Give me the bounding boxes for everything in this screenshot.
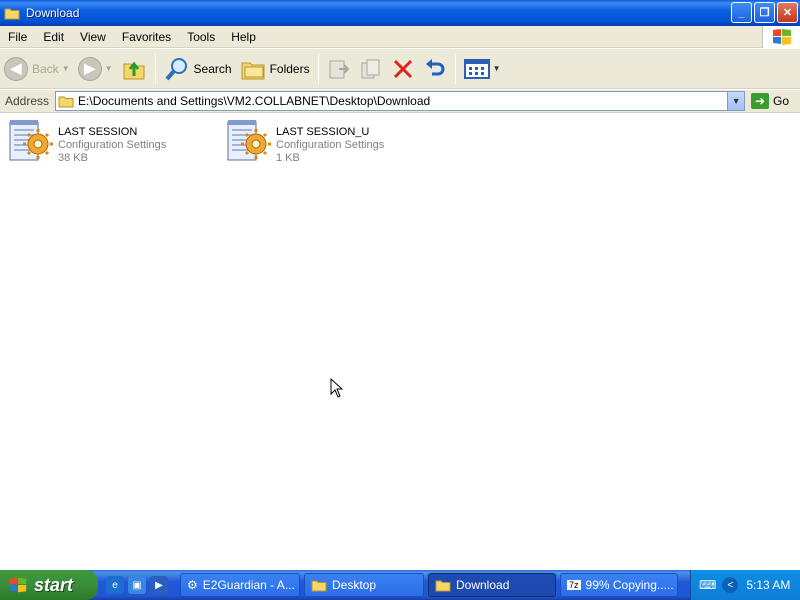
go-arrow-icon: ➜ xyxy=(751,93,770,109)
toolbar-separator xyxy=(454,53,456,84)
internet-explorer-icon[interactable]: e xyxy=(106,576,124,594)
file-size: 38 KB xyxy=(58,152,88,164)
folder-icon xyxy=(435,580,451,592)
file-item[interactable]: LAST SESSION_U Configuration Settings 1 … xyxy=(224,118,384,166)
search-label: Search xyxy=(193,61,232,76)
taskbar: start e ▣ ▶ ⚙ E2Guardian - A... Desktop … xyxy=(0,570,800,600)
undo-button[interactable] xyxy=(419,52,451,86)
toolbar-separator xyxy=(154,53,156,84)
folders-button[interactable]: Folders xyxy=(236,52,314,86)
file-view[interactable]: LAST SESSION Configuration Settings 38 K… xyxy=(0,114,800,570)
copy-to-icon xyxy=(361,59,380,78)
address-dropdown-icon[interactable]: ▼ xyxy=(727,92,745,110)
address-bar: Address E:\Documents and Settings\VM2.CO… xyxy=(0,90,800,113)
menu-file[interactable]: File xyxy=(0,30,35,44)
up-folder-icon xyxy=(123,61,145,79)
task-label: 99% Copying..... xyxy=(585,578,674,592)
keyboard-icon[interactable]: ⌨ xyxy=(699,578,716,592)
search-icon xyxy=(165,57,187,80)
file-type: Configuration Settings xyxy=(58,139,167,151)
file-size: 1 KB xyxy=(276,152,300,164)
task-label: E2Guardian - A... xyxy=(202,578,295,592)
dropdown-arrow-icon[interactable]: ▼ xyxy=(105,64,113,73)
close-button[interactable]: ✕ xyxy=(777,2,798,23)
forward-button[interactable]: ▶ ▼ xyxy=(74,52,117,86)
dropdown-arrow-icon[interactable]: ▼ xyxy=(62,64,70,73)
views-button[interactable]: ▼ xyxy=(460,52,505,86)
config-settings-icon xyxy=(6,118,54,166)
menu-help[interactable]: Help xyxy=(223,30,264,44)
up-folder-button[interactable] xyxy=(117,52,151,86)
back-label: Back xyxy=(32,61,59,76)
folders-label: Folders xyxy=(269,61,310,76)
folder-icon xyxy=(311,580,327,592)
mouse-cursor-icon xyxy=(330,378,344,398)
views-icon xyxy=(463,58,490,79)
e2guardian-icon: ⚙ xyxy=(187,578,198,592)
file-name: LAST SESSION_U xyxy=(276,126,370,138)
window-title: Download xyxy=(26,6,80,20)
move-to-icon xyxy=(329,60,349,78)
start-button[interactable]: start xyxy=(0,570,98,600)
address-label: Address xyxy=(5,94,50,108)
minimize-button[interactable]: _ xyxy=(731,2,752,23)
menu-edit[interactable]: Edit xyxy=(35,30,72,44)
windows-logo-icon xyxy=(762,26,800,48)
clock[interactable]: 5:13 AM xyxy=(746,578,790,592)
go-label: Go xyxy=(773,94,790,108)
go-button[interactable]: ➜ Go xyxy=(751,93,789,109)
menu-tools[interactable]: Tools xyxy=(179,30,223,44)
maximize-button[interactable]: ❐ xyxy=(754,2,775,23)
show-desktop-icon[interactable]: ▣ xyxy=(128,576,146,594)
toolbar-separator xyxy=(317,53,319,84)
config-settings-icon xyxy=(224,118,272,166)
search-button[interactable]: Search xyxy=(160,52,236,86)
windows-flag-icon xyxy=(9,577,27,593)
menu-bar: File Edit View Favorites Tools Help xyxy=(0,26,800,48)
task-label: Desktop xyxy=(332,578,377,592)
tray-expand-icon[interactable]: < xyxy=(722,577,739,593)
delete-button[interactable] xyxy=(387,52,419,86)
media-player-icon[interactable]: ▶ xyxy=(150,576,168,594)
address-path[interactable]: E:\Documents and Settings\VM2.COLLABNET\… xyxy=(78,94,430,108)
quick-launch: e ▣ ▶ xyxy=(106,576,176,594)
system-tray: ⌨ < 5:13 AM xyxy=(690,570,800,600)
undo-icon xyxy=(425,58,445,75)
address-field[interactable]: E:\Documents and Settings\VM2.COLLABNET\… xyxy=(55,91,746,111)
start-label: start xyxy=(34,574,74,595)
task-desktop[interactable]: Desktop xyxy=(304,573,424,597)
copy-to-button[interactable] xyxy=(355,52,387,86)
move-to-button[interactable] xyxy=(323,52,355,86)
dropdown-arrow-icon[interactable]: ▼ xyxy=(493,64,501,73)
task-label: Download xyxy=(456,578,510,592)
back-arrow-icon: ◀ xyxy=(4,56,28,81)
task-e2guardian[interactable]: ⚙ E2Guardian - A... xyxy=(180,573,300,597)
file-name: LAST SESSION xyxy=(58,126,138,138)
folders-icon xyxy=(241,62,265,79)
folder-icon xyxy=(58,96,74,108)
file-item[interactable]: LAST SESSION Configuration Settings 38 K… xyxy=(6,118,166,166)
folder-icon xyxy=(4,6,20,20)
forward-arrow-icon: ▶ xyxy=(77,56,102,81)
7zip-icon: 7z xyxy=(567,580,581,590)
task-copying[interactable]: 7z 99% Copying..... xyxy=(560,573,678,597)
toolbar: ◀ Back ▼ ▶ ▼ Search Folders ▼ xyxy=(0,49,800,89)
task-download[interactable]: Download xyxy=(428,573,556,597)
delete-icon xyxy=(393,59,412,78)
back-button[interactable]: ◀ Back ▼ xyxy=(0,52,74,86)
file-type: Configuration Settings xyxy=(276,139,385,151)
title-bar[interactable]: Download _ ❐ ✕ xyxy=(0,0,800,26)
menu-view[interactable]: View xyxy=(72,30,114,44)
menu-favorites[interactable]: Favorites xyxy=(114,30,179,44)
